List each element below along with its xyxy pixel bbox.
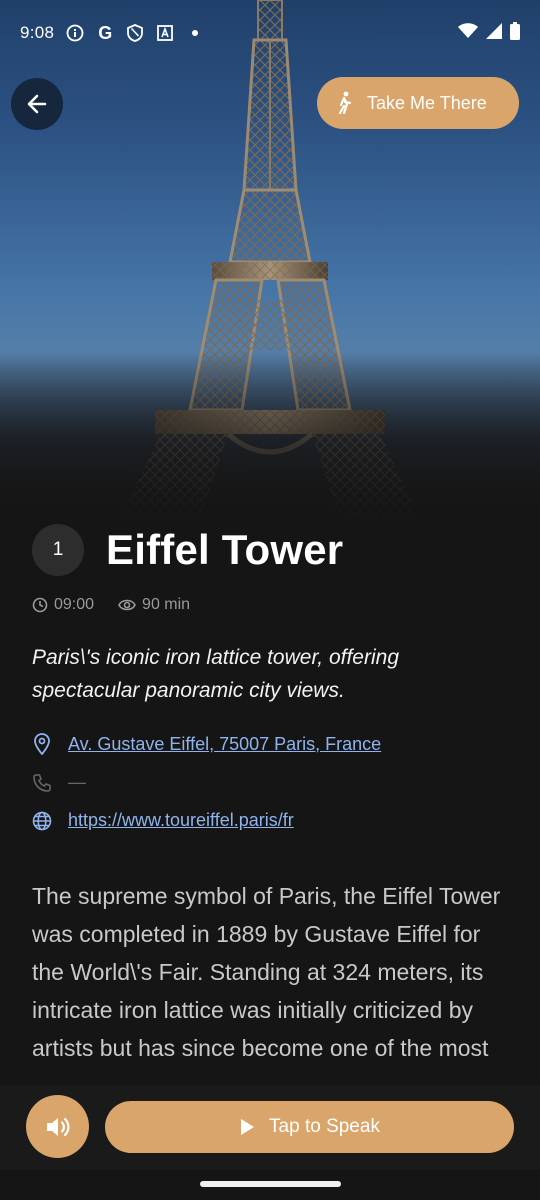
location-pin-icon — [34, 733, 50, 755]
sound-button[interactable] — [26, 1095, 89, 1158]
address-link[interactable]: Av. Gustave Eiffel, 75007 Paris, France — [68, 734, 381, 755]
hero-fade-overlay — [0, 350, 540, 520]
visit-duration: 90 min — [142, 596, 191, 613]
back-button[interactable] — [11, 78, 63, 130]
website-row[interactable]: https://www.toureiffel.paris/fr — [32, 810, 294, 831]
wifi-icon — [458, 22, 478, 44]
phone-icon — [33, 773, 51, 792]
google-g-icon: G — [98, 22, 113, 43]
address-row[interactable]: Av. Gustave Eiffel, 75007 Paris, France — [32, 733, 381, 755]
website-link[interactable]: https://www.toureiffel.paris/fr — [68, 810, 294, 831]
shield-icon — [126, 24, 144, 42]
page-title: Eiffel Tower — [106, 526, 344, 573]
globe-icon — [32, 811, 52, 830]
take-me-there-button[interactable]: Take Me There — [317, 77, 519, 129]
status-bar: 9:08 G — [0, 0, 540, 66]
tap-to-speak-label: Tap to Speak — [269, 1116, 380, 1137]
clock-icon — [32, 597, 48, 613]
take-me-there-label: Take Me There — [367, 92, 487, 113]
info-circle-icon — [66, 24, 84, 42]
battery-icon — [510, 21, 520, 45]
title-row: 1 Eiffel Tower — [32, 524, 343, 576]
tagline: Paris\'s iconic iron lattice tower, offe… — [32, 646, 399, 702]
phone-value: — — [68, 772, 86, 792]
status-time: 9:08 — [20, 23, 55, 42]
walking-person-icon — [338, 91, 352, 115]
visit-time: 09:00 — [54, 596, 95, 613]
description-text: The supreme symbol of Paris, the Eiffel … — [32, 883, 501, 1061]
meta-row: 09:00 90 min — [32, 596, 190, 614]
eye-icon — [118, 599, 136, 611]
speaker-icon — [46, 1117, 69, 1136]
phone-row: — — [32, 772, 86, 793]
home-indicator[interactable] — [200, 1181, 341, 1187]
stop-number-badge: 1 — [32, 524, 84, 576]
tap-to-speak-button[interactable]: Tap to Speak — [105, 1101, 514, 1153]
signal-icon — [486, 22, 502, 44]
arrow-left-icon — [27, 94, 47, 114]
a-box-icon — [156, 24, 174, 42]
play-icon — [241, 1119, 255, 1135]
dot-icon — [186, 24, 204, 42]
